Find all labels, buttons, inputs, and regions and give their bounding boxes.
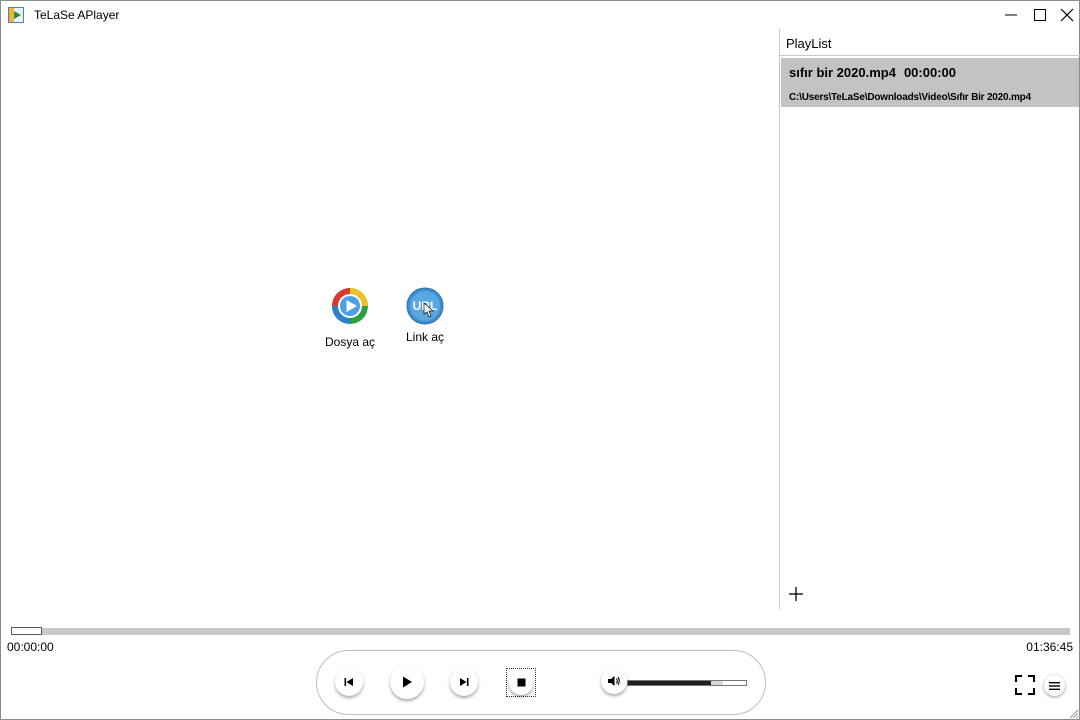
volume-thumb[interactable] (710, 681, 723, 685)
volume-slider[interactable] (627, 680, 747, 686)
url-hand-icon: URL (406, 287, 444, 325)
playlist-item[interactable]: sıfır bir 2020.mp4 00:00:00 C:\Users\TeLa… (781, 58, 1079, 107)
next-button[interactable] (450, 668, 478, 696)
stop-icon (517, 678, 525, 687)
video-area[interactable]: Dosya aç URL Link aç (2, 29, 779, 609)
maximize-button[interactable] (1026, 1, 1054, 29)
volume-icon (608, 676, 620, 686)
open-file-label: Dosya aç (324, 335, 376, 349)
playlist-item-path: C:\Users\TeLaSe\Downloads\Video\Sıfır Bi… (789, 92, 1031, 103)
menu-icon (1049, 681, 1060, 690)
plus-icon (789, 587, 803, 601)
resize-grip-icon[interactable] (1067, 707, 1079, 719)
open-link-button[interactable]: URL Link aç (390, 287, 460, 344)
fullscreen-icon (1015, 675, 1035, 695)
previous-button[interactable] (335, 668, 363, 696)
play-disc-icon (332, 288, 368, 324)
app-icon (8, 7, 24, 23)
playlist-item-duration: 00:00:00 (903, 65, 956, 80)
total-time: 01:36:45 (1026, 640, 1073, 654)
play-button[interactable] (390, 665, 424, 699)
player-window: TeLaSe APlayer Dosya aç Link aç PlayList… (0, 0, 1080, 720)
stop-button-face (509, 671, 533, 695)
close-icon (1060, 8, 1074, 22)
playlist-header: PlayList (780, 29, 1080, 56)
seek-bar[interactable] (11, 628, 1070, 635)
title-bar: TeLaSe APlayer (1, 1, 1079, 29)
stop-button[interactable] (506, 668, 536, 697)
current-time: 00:00:00 (7, 640, 54, 654)
minimize-button[interactable] (997, 1, 1025, 29)
open-file-button[interactable]: Dosya aç (315, 287, 385, 349)
open-link-label: Link aç (405, 330, 445, 344)
playlist-item-name: sıfır bir 2020.mp4 (789, 65, 896, 80)
playlist-item-title: sıfır bir 2020.mp4 00:00:00 (789, 65, 956, 80)
play-icon (403, 676, 412, 688)
close-button[interactable] (1053, 1, 1080, 29)
volume-button[interactable] (601, 668, 627, 694)
maximize-icon (1034, 9, 1046, 21)
seek-thumb[interactable] (11, 627, 42, 635)
add-to-playlist-button[interactable] (787, 585, 805, 603)
window-title: TeLaSe APlayer (34, 8, 120, 22)
skip-next-icon (460, 678, 469, 686)
playback-controls (316, 650, 766, 715)
skip-previous-icon (344, 678, 353, 686)
fullscreen-button[interactable] (1014, 674, 1036, 696)
minimize-icon (1005, 14, 1017, 16)
volume-level (628, 681, 713, 685)
menu-button[interactable] (1044, 675, 1065, 696)
playlist-panel: PlayList sıfır bir 2020.mp4 00:00:00 C:\U… (779, 29, 1080, 609)
